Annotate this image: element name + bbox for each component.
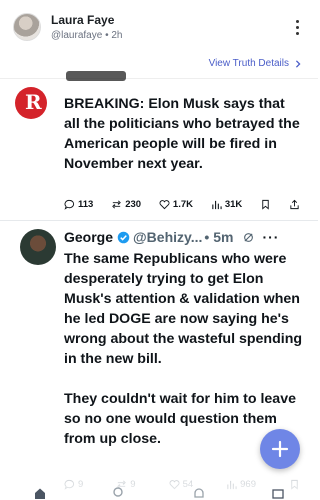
george-avatar bbox=[20, 229, 56, 265]
like-button[interactable]: 1.7K bbox=[159, 199, 193, 210]
bottom-nav bbox=[0, 486, 318, 500]
post-2-header: George @Behizy... • 5m ··· bbox=[64, 229, 304, 245]
plus-icon bbox=[271, 440, 289, 458]
more-vert-icon[interactable] bbox=[296, 20, 300, 36]
views-button[interactable]: 31K bbox=[211, 199, 242, 210]
chevron-right-icon bbox=[295, 59, 301, 68]
embedded-post-1: R BREAKING: Elon Musk says that all the … bbox=[0, 71, 318, 224]
author-avatar[interactable] bbox=[13, 13, 41, 41]
post-2-handle: @Behizy... bbox=[133, 229, 203, 245]
messages-icon[interactable] bbox=[271, 486, 285, 500]
bookmark-icon bbox=[262, 199, 269, 210]
post-1-actions: 113 230 1.7K 31K bbox=[64, 199, 300, 210]
view-details-label: View Truth Details bbox=[208, 58, 289, 69]
post-1-text: BREAKING: Elon Musk says that all the po… bbox=[64, 96, 300, 172]
home-icon[interactable] bbox=[33, 486, 47, 500]
repost-icon bbox=[112, 200, 122, 209]
like-icon bbox=[159, 200, 170, 210]
share-button[interactable] bbox=[289, 199, 300, 210]
repost-button[interactable]: 230 bbox=[111, 199, 141, 210]
bookmark-button[interactable] bbox=[260, 199, 271, 210]
reply-icon bbox=[64, 199, 75, 210]
author-name[interactable]: Laura Faye bbox=[51, 13, 114, 27]
reply-button[interactable]: 113 bbox=[64, 199, 93, 210]
post-2-paragraph-1: The same Republicans who were desperatel… bbox=[64, 251, 303, 367]
news-logo-avatar: R bbox=[15, 87, 47, 119]
post-2-name: George bbox=[64, 229, 114, 245]
post-2-text: The same Republicans who were desperatel… bbox=[64, 249, 306, 449]
share-icon bbox=[290, 199, 299, 210]
verified-icon bbox=[117, 231, 130, 243]
post-2-time: • 5m bbox=[204, 229, 234, 245]
views-icon bbox=[212, 200, 222, 210]
compose-button[interactable] bbox=[260, 429, 300, 469]
grok-icon bbox=[244, 232, 254, 242]
notifications-icon[interactable] bbox=[192, 486, 206, 500]
post-header: Laura Faye @laurafaye • 2h bbox=[0, 0, 318, 54]
more-icon: ··· bbox=[262, 229, 280, 245]
view-details-link[interactable]: View Truth Details bbox=[209, 58, 302, 69]
cropped-header bbox=[66, 71, 126, 81]
search-icon[interactable] bbox=[112, 486, 126, 500]
author-handle-time: @laurafaye • 2h bbox=[51, 30, 123, 41]
